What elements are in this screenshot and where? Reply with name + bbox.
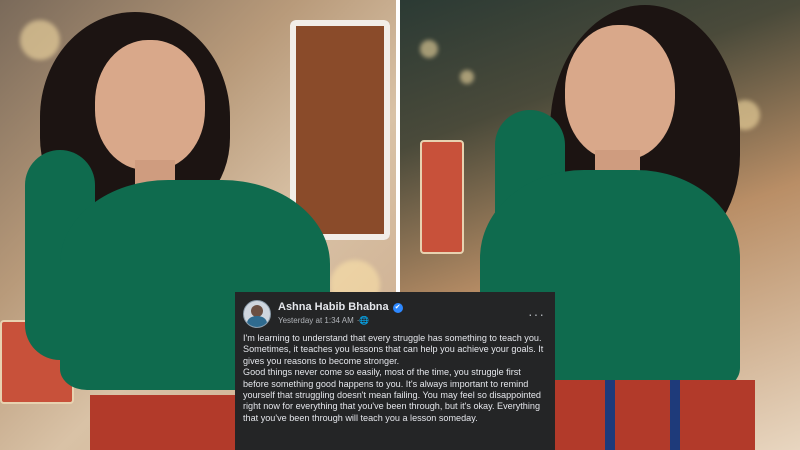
- bokeh-light: [20, 20, 60, 60]
- face: [565, 25, 675, 160]
- face: [95, 40, 205, 170]
- gingerbread-house: [290, 20, 390, 240]
- author-row: Ashna Habib Bhabna ✔: [278, 301, 403, 314]
- verified-badge-icon: ✔: [392, 302, 403, 313]
- post-body: I'm learning to understand that every st…: [243, 333, 547, 424]
- post-timestamp[interactable]: Yesterday at 1:34 AM: [278, 314, 354, 327]
- post-header: Ashna Habib Bhabna ✔ Yesterday at 1:34 A…: [243, 298, 547, 330]
- bokeh-light: [460, 70, 474, 84]
- skirt: [555, 380, 755, 450]
- gift-box: [420, 140, 464, 254]
- skirt-stripe: [605, 380, 615, 450]
- post-meta: Ashna Habib Bhabna ✔ Yesterday at 1:34 A…: [278, 301, 403, 327]
- more-options-icon[interactable]: ···: [528, 306, 545, 322]
- author-name[interactable]: Ashna Habib Bhabna: [278, 301, 389, 314]
- facebook-post-card: Ashna Habib Bhabna ✔ Yesterday at 1:34 A…: [235, 292, 555, 450]
- avatar[interactable]: [243, 300, 271, 328]
- post-paragraph: Good things never come so easily, most o…: [243, 367, 541, 423]
- time-row: Yesterday at 1:34 AM ·🌐: [278, 314, 403, 327]
- globe-icon: ·🌐: [356, 316, 370, 325]
- skirt-stripe: [670, 380, 680, 450]
- post-paragraph: I'm learning to understand that every st…: [243, 333, 544, 366]
- bokeh-light: [420, 40, 438, 58]
